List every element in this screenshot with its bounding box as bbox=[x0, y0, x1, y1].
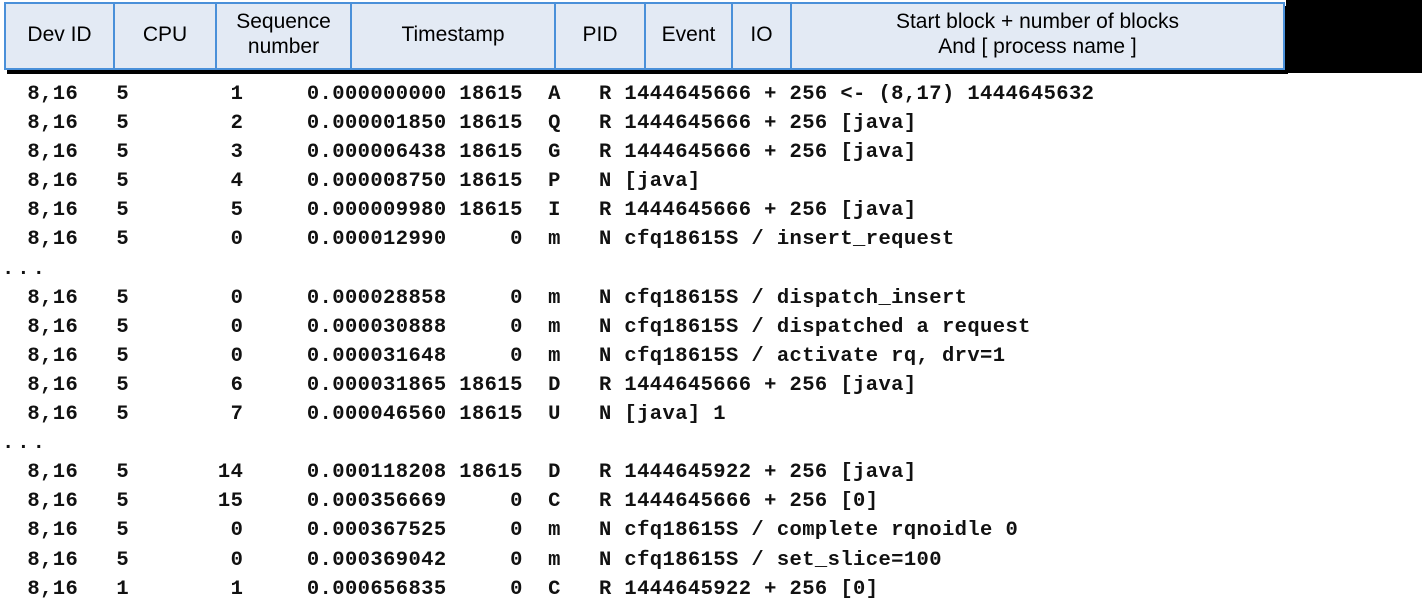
column-header-description-label: Start block + number of blocks And [ pro… bbox=[896, 9, 1179, 59]
log-row-ellipsis: ... bbox=[2, 257, 48, 281]
column-header-event: Event bbox=[646, 4, 733, 68]
log-rows-container: 8,16 5 1 0.000000000 18615 A R 144464566… bbox=[0, 80, 1422, 603]
column-header-pid-label: PID bbox=[582, 22, 618, 46]
log-row: 8,16 5 0 0.000028858 0 m N cfq18615S / d… bbox=[2, 286, 968, 310]
column-header-dev-id: Dev ID bbox=[6, 4, 115, 68]
column-header-sequence-line1: Sequence bbox=[236, 10, 331, 33]
log-row: 8,16 5 0 0.000369042 0 m N cfq18615S / s… bbox=[2, 548, 942, 572]
column-header-description-line1: Start block + number of blocks bbox=[895, 10, 1180, 33]
log-row-ellipsis: ... bbox=[2, 432, 48, 456]
log-row: 8,16 5 14 0.000118208 18615 D R 14446459… bbox=[2, 461, 917, 485]
log-row: 8,16 5 15 0.000356669 0 C R 1444645666 +… bbox=[2, 490, 879, 514]
column-header-event-label: Event bbox=[661, 22, 716, 46]
column-header-description-line2: And [ process name ] bbox=[938, 35, 1137, 58]
log-row: 8,16 5 3 0.000006438 18615 G R 144464566… bbox=[2, 141, 917, 165]
log-row: 8,16 5 1 0.000000000 18615 A R 144464566… bbox=[2, 83, 1095, 106]
column-header-description: Start block + number of blocks And [ pro… bbox=[792, 4, 1283, 68]
log-row: 8,16 5 2 0.000001850 18615 Q R 144464566… bbox=[2, 112, 917, 136]
log-row: 8,16 5 7 0.000046560 18615 U N [java] 1 bbox=[2, 403, 727, 427]
column-header-row: Dev ID CPU Sequence number Timestamp PID… bbox=[4, 2, 1285, 70]
column-header-pid: PID bbox=[556, 4, 646, 68]
column-header-sequence-line2: number bbox=[247, 35, 320, 58]
column-header-sequence-number: Sequence number bbox=[217, 4, 352, 68]
column-header-cpu: CPU bbox=[115, 4, 217, 68]
log-row: 8,16 1 1 0.000656835 0 C R 1444645922 + … bbox=[2, 577, 879, 601]
column-header-timestamp-label: Timestamp bbox=[401, 22, 505, 46]
column-header-sequence-number-label: Sequence number bbox=[236, 9, 331, 59]
log-row: 8,16 5 4 0.000008750 18615 P N [java] bbox=[2, 170, 701, 194]
log-row: 8,16 5 0 0.000012990 0 m N cfq18615S / i… bbox=[2, 228, 955, 252]
log-row: 8,16 5 6 0.000031865 18615 D R 144464566… bbox=[2, 373, 917, 397]
blktrace-output-view: Dev ID CPU Sequence number Timestamp PID… bbox=[0, 0, 1422, 603]
column-header-io: IO bbox=[733, 4, 792, 68]
column-header-io-label: IO bbox=[750, 22, 773, 46]
log-row: 8,16 5 5 0.000009980 18615 I R 144464566… bbox=[2, 199, 917, 223]
log-row: 8,16 5 0 0.000030888 0 m N cfq18615S / d… bbox=[2, 315, 1031, 339]
log-row: 8,16 5 0 0.000367525 0 m N cfq18615S / c… bbox=[2, 519, 1019, 543]
column-header-cpu-label: CPU bbox=[142, 22, 188, 46]
column-header-dev-id-label: Dev ID bbox=[27, 22, 92, 46]
log-row: 8,16 5 0 0.000031648 0 m N cfq18615S / a… bbox=[2, 344, 1006, 368]
black-filler-block bbox=[1286, 0, 1422, 73]
column-header-timestamp: Timestamp bbox=[352, 4, 556, 68]
